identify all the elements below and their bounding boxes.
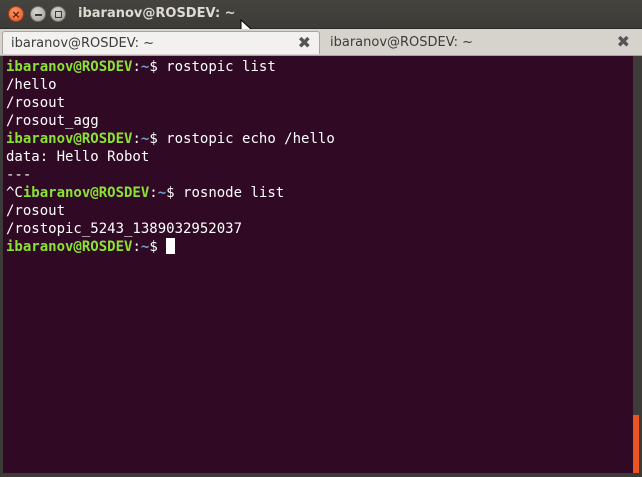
window-close-button[interactable]: × [8, 6, 24, 22]
terminal-line: /rosout [6, 94, 633, 112]
prompt-separator: : [132, 131, 141, 147]
scrollbar-thumb[interactable] [633, 415, 639, 473]
window-minimize-button[interactable] [30, 6, 46, 22]
output-text: /rostopic_5243_1389032952037 [6, 221, 243, 237]
prompt-user-host: ibaranov@ROSDEV [6, 239, 133, 255]
terminal-line: /rosout_agg [6, 112, 633, 130]
window-frame-bottom [0, 473, 642, 477]
command-text: $ rostopic list [149, 59, 276, 75]
tab-terminal-2[interactable]: ibaranov@ROSDEV: ~ ✖ [322, 31, 638, 54]
command-text: $ rostopic echo /hello [149, 131, 335, 147]
terminal-line: ^Cibaranov@ROSDEV:~$ rosnode list [6, 184, 633, 202]
window-titlebar[interactable]: × ibaranov@ROSDEV: ~ [0, 0, 642, 39]
command-text: $ [149, 239, 167, 255]
prompt-user-host: ibaranov@ROSDEV [22, 185, 150, 201]
close-icon: × [11, 8, 21, 21]
terminal-line: /rostopic_5243_1389032952037 [6, 220, 633, 238]
tab-close-icon[interactable]: ✖ [617, 32, 630, 51]
tab-label: ibaranov@ROSDEV: ~ [11, 36, 155, 51]
tab-terminal-1[interactable]: ibaranov@ROSDEV: ~ ✖ [2, 31, 320, 54]
terminal-line: ibaranov@ROSDEV:~$ rostopic list [6, 58, 633, 76]
terminal-line: /hello [6, 76, 633, 94]
text-cursor [166, 238, 176, 254]
window-maximize-button[interactable] [50, 6, 66, 22]
tab-bar: ibaranov@ROSDEV: ~ ✖ ibaranov@ROSDEV: ~ … [0, 29, 642, 56]
terminal-line: --- [6, 166, 633, 184]
prompt-separator: : [149, 185, 158, 201]
terminal-line: /rosout [6, 202, 633, 220]
output-text: /rosout_agg [6, 113, 99, 129]
output-text: /rosout [6, 203, 66, 219]
prompt-path: ~ [157, 185, 167, 201]
terminal-output[interactable]: ibaranov@ROSDEV:~$ rostopic list/hello/r… [3, 56, 633, 473]
output-text: --- [6, 167, 32, 183]
window-title: ibaranov@ROSDEV: ~ [78, 6, 236, 21]
prompt-user-host: ibaranov@ROSDEV [6, 131, 133, 147]
tab-close-icon[interactable]: ✖ [298, 33, 311, 52]
output-text: /rosout [6, 95, 66, 111]
terminal-line: ibaranov@ROSDEV:~$ [6, 238, 633, 256]
command-text: $ rosnode list [166, 185, 285, 201]
interrupt-text: ^C [6, 185, 23, 201]
terminal-scrollbar[interactable] [633, 56, 639, 473]
output-text: data: Hello Robot [6, 149, 150, 165]
tab-label: ibaranov@ROSDEV: ~ [330, 35, 474, 50]
terminal-line: data: Hello Robot [6, 148, 633, 166]
prompt-separator: : [132, 59, 141, 75]
output-text: /hello [6, 77, 57, 93]
prompt-separator: : [132, 239, 141, 255]
terminal-line: ibaranov@ROSDEV:~$ rostopic echo /hello [6, 130, 633, 148]
prompt-user-host: ibaranov@ROSDEV [6, 59, 133, 75]
